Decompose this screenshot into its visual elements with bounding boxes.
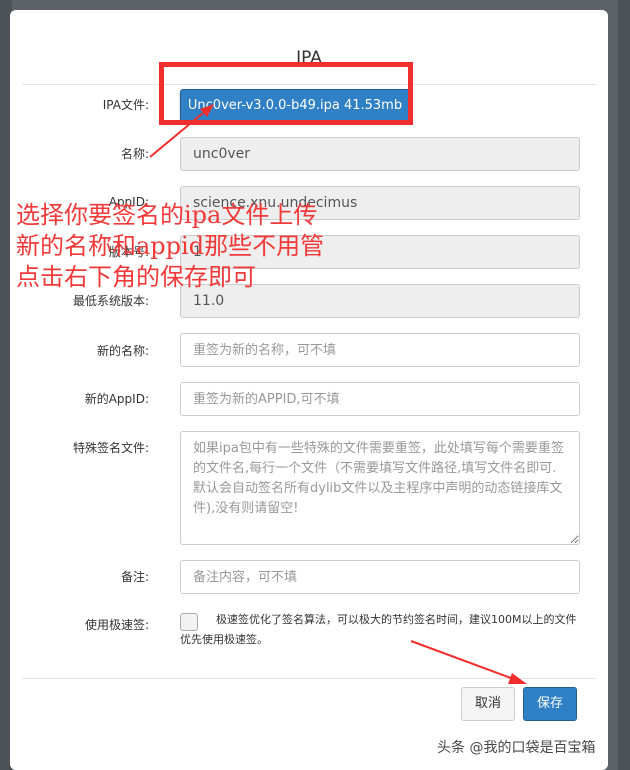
label-min-os: 最低系统版本: <box>72 294 149 308</box>
divider <box>22 678 596 679</box>
annotation-text: 选择你要签名的ipa文件上传 新的名称和appid那些不用管 点击右下角的保存即… <box>16 200 376 293</box>
label-note: 备注: <box>120 570 149 584</box>
new-appid-input[interactable] <box>180 382 580 416</box>
watermark: 头条 @我的口袋是百宝箱 <box>437 740 596 756</box>
name-field: unc0ver <box>180 137 580 171</box>
note-input[interactable] <box>180 560 580 594</box>
label-special-files: 特殊签名文件: <box>72 441 149 455</box>
save-button[interactable]: 保存 <box>523 687 577 721</box>
fast-sign-description: 极速签优化了签名算法，可以极大的节约签名时间，建议100M以上的文件优先使用极速… <box>180 613 577 646</box>
new-name-input[interactable] <box>180 333 580 367</box>
label-fast-sign: 使用极速签: <box>84 618 149 632</box>
label-name: 名称: <box>120 147 149 161</box>
label-new-name: 新的名称: <box>96 344 149 358</box>
label-new-appid: 新的AppID: <box>84 392 149 406</box>
highlight-box <box>159 62 413 125</box>
cancel-button[interactable]: 取消 <box>461 687 515 721</box>
annotation-line: 点击右下角的保存即可 <box>16 263 256 291</box>
annotation-line: 新的名称和appid那些不用管 <box>16 232 325 260</box>
backdrop-right <box>618 0 630 770</box>
annotation-line: 选择你要签名的ipa文件上传 <box>16 201 318 229</box>
special-files-textarea[interactable] <box>180 431 580 545</box>
label-ipa-file: IPA文件: <box>102 98 149 112</box>
